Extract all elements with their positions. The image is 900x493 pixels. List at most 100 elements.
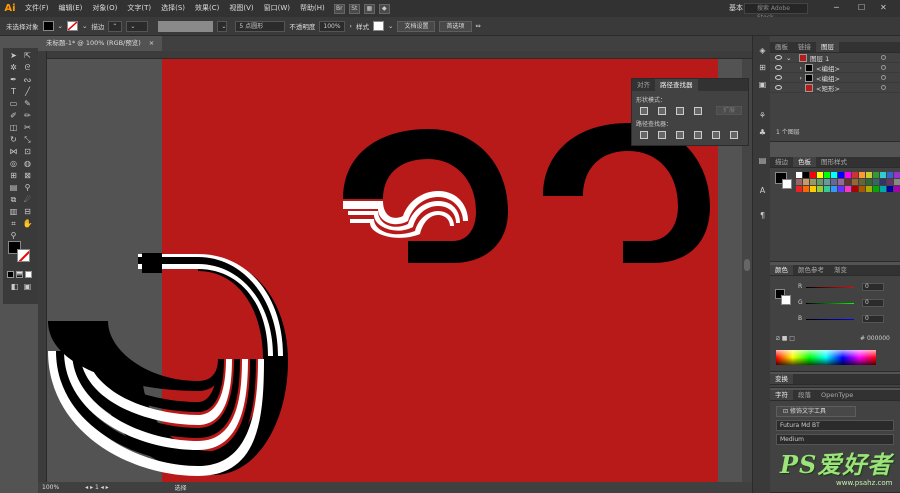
tab-paragraph[interactable]: 段落: [793, 390, 816, 400]
color-swatch[interactable]: [803, 186, 809, 192]
symbol-sprayer-tool-icon[interactable]: ☄: [22, 195, 33, 205]
color-swatch[interactable]: [880, 172, 886, 178]
color-swatch[interactable]: [859, 186, 865, 192]
menu-edit[interactable]: 编辑(E): [54, 0, 88, 17]
target-icon[interactable]: [881, 55, 886, 60]
tab-gradient[interactable]: 渐变: [829, 265, 852, 275]
screen-mode-icon[interactable]: ▣: [22, 282, 33, 292]
target-icon[interactable]: [881, 65, 886, 70]
artboard-tool-icon[interactable]: ⊟: [22, 207, 33, 217]
minimize-icon[interactable]: ─: [834, 3, 839, 12]
shaper-tool-icon[interactable]: ✐: [8, 111, 19, 121]
color-swatch[interactable]: [824, 186, 830, 192]
opacity-label[interactable]: 不透明度: [289, 21, 315, 31]
direct-selection-tool-icon[interactable]: ⇱: [22, 51, 33, 61]
mesh-tool-icon[interactable]: ⊠: [22, 171, 33, 181]
artboard-navigator[interactable]: ◂ ▸ 1 ◂ ▸: [85, 484, 109, 491]
arrange-documents-icon[interactable]: ▦: [363, 3, 375, 14]
color-swatch[interactable]: [831, 172, 837, 178]
color-swatch[interactable]: [887, 179, 893, 185]
channel-b-value[interactable]: 0: [862, 315, 884, 323]
opacity-input[interactable]: 100%: [319, 20, 346, 32]
tab-opentype[interactable]: OpenType: [816, 390, 858, 400]
layer-name[interactable]: <编组>: [816, 73, 840, 83]
tab-align[interactable]: 对齐: [632, 79, 655, 91]
chevron-down-icon[interactable]: ⌄: [58, 22, 63, 30]
color-swatch[interactable]: [887, 172, 893, 178]
eyedropper-tool-icon[interactable]: ⚲: [22, 183, 33, 193]
layer-row[interactable]: › <编组>: [770, 63, 900, 73]
color-swatch[interactable]: [887, 186, 893, 192]
rectangle-tool-icon[interactable]: ▭: [8, 99, 19, 109]
crop-icon[interactable]: [694, 131, 702, 139]
tab-layers[interactable]: 图层: [816, 42, 839, 52]
color-swatch[interactable]: [810, 179, 816, 185]
color-swatch[interactable]: [845, 179, 851, 185]
color-swatch[interactable]: [817, 179, 823, 185]
channel-g-slider[interactable]: [806, 303, 854, 304]
align-options-icon[interactable]: ⇔: [476, 22, 481, 30]
color-swatch[interactable]: [803, 172, 809, 178]
color-swatch[interactable]: [838, 186, 844, 192]
color-swatch[interactable]: [838, 179, 844, 185]
paintbrush-tool-icon[interactable]: ✎: [22, 99, 33, 109]
chevron-right-icon[interactable]: ›: [349, 22, 352, 30]
layer-row[interactable]: <矩形>: [770, 83, 900, 93]
stroke-weight-select[interactable]: ⌄: [126, 20, 149, 32]
menu-help[interactable]: 帮助(H): [295, 0, 330, 17]
stroke-color-box[interactable]: [17, 249, 30, 262]
visibility-icon[interactable]: [775, 75, 782, 80]
color-swatch[interactable]: [824, 172, 830, 178]
layer-name[interactable]: 图层 1: [810, 53, 829, 63]
color-swatch[interactable]: [859, 172, 865, 178]
color-stroke-box[interactable]: [781, 295, 791, 305]
layer-row[interactable]: ⌄ 图层 1: [770, 53, 900, 63]
merge-icon[interactable]: [676, 131, 684, 139]
font-family-select[interactable]: Futura Md BT: [776, 420, 894, 431]
symbols-icon[interactable]: ♣: [757, 128, 768, 138]
rotate-tool-icon[interactable]: ↻: [8, 135, 19, 145]
close-tab-icon[interactable]: ×: [149, 36, 154, 51]
curvature-tool-icon[interactable]: ᔓ: [22, 75, 33, 85]
color-swatch[interactable]: [831, 179, 837, 185]
draw-mode-icon[interactable]: ◧: [9, 282, 20, 292]
chevron-down-icon[interactable]: ⌄: [786, 54, 796, 62]
stroke-weight-stepper[interactable]: ⌃: [108, 20, 123, 32]
visibility-icon[interactable]: [775, 85, 782, 90]
bridge-icon[interactable]: Br: [333, 3, 345, 14]
color-swatch[interactable]: [894, 186, 900, 192]
color-swatch[interactable]: [796, 179, 802, 185]
eraser-tool-icon[interactable]: ◫: [8, 123, 19, 133]
color-swatch[interactable]: [873, 186, 879, 192]
maximize-icon[interactable]: ☐: [858, 3, 865, 12]
expand-button[interactable]: 扩展: [716, 106, 742, 115]
layer-name[interactable]: <矩形>: [816, 83, 840, 93]
column-graph-tool-icon[interactable]: ▥: [8, 207, 19, 217]
layer-row[interactable]: › <编组>: [770, 73, 900, 83]
shape-builder-tool-icon[interactable]: ◎: [8, 159, 19, 169]
none-mode-icon[interactable]: [25, 271, 32, 278]
tab-graphic-styles[interactable]: 图形样式: [816, 157, 852, 167]
pen-tool-icon[interactable]: ✒: [8, 75, 19, 85]
workspace-switcher[interactable]: 基本: [729, 3, 743, 13]
tab-color-guide[interactable]: 颜色参考: [793, 265, 829, 275]
target-icon[interactable]: [881, 75, 886, 80]
trim-icon[interactable]: [658, 131, 666, 139]
live-paint-tool-icon[interactable]: ◍: [22, 159, 33, 169]
close-icon[interactable]: ✕: [880, 3, 887, 12]
exclude-icon[interactable]: [694, 107, 702, 115]
unite-icon[interactable]: [640, 107, 648, 115]
hand-tool-icon[interactable]: ✋: [22, 219, 33, 229]
menu-select[interactable]: 选择(S): [156, 0, 190, 17]
color-mode-icon[interactable]: [7, 271, 14, 278]
free-transform-tool-icon[interactable]: ⊡: [22, 147, 33, 157]
type-tool-icon[interactable]: T: [8, 87, 19, 97]
color-swatch[interactable]: [831, 186, 837, 192]
vertical-ruler[interactable]: [38, 51, 47, 482]
tab-pathfinder[interactable]: 路径查找器: [655, 79, 698, 91]
profile-dropdown[interactable]: ⌄: [217, 20, 228, 32]
magic-wand-tool-icon[interactable]: ✲: [8, 63, 19, 73]
brushes-icon[interactable]: ⚘: [757, 111, 768, 121]
stock-icon[interactable]: St: [348, 3, 360, 14]
color-swatch[interactable]: [838, 172, 844, 178]
